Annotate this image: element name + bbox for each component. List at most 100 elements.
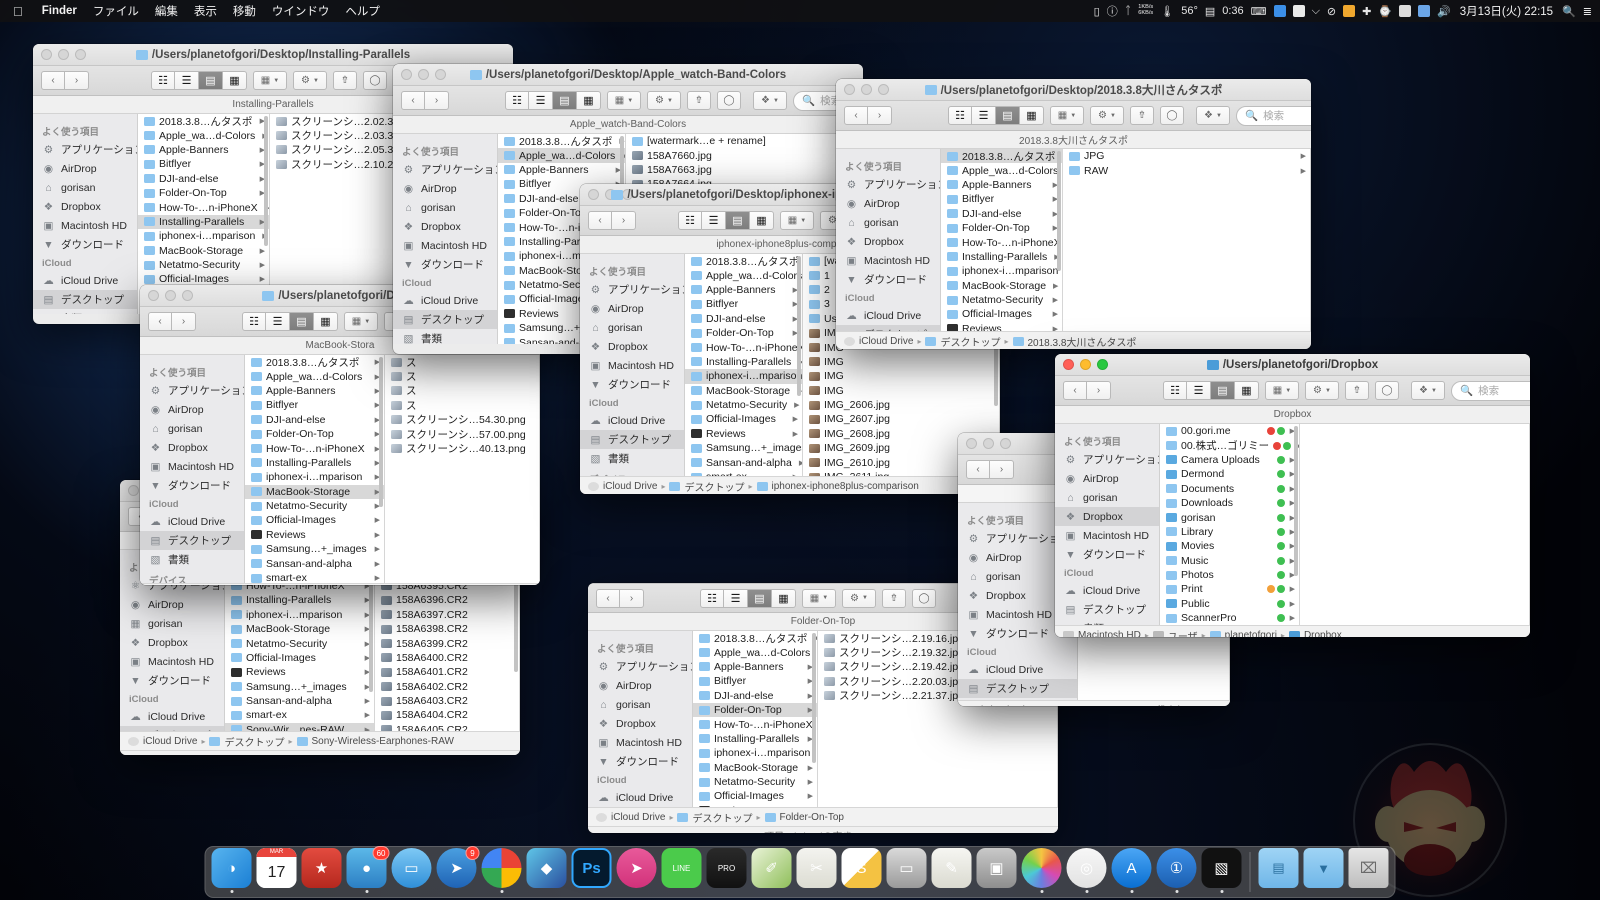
dock-item-display[interactable]: ▭ — [886, 848, 928, 893]
file-row[interactable]: Installing-Parallels▶ — [685, 355, 802, 369]
file-row[interactable]: IMG_2606.jpg — [803, 398, 999, 412]
title-bar[interactable]: /Users/planetofgori/Desktop/Apple_watch-… — [393, 64, 863, 86]
menu-file[interactable]: ファイル — [85, 3, 147, 19]
file-row[interactable]: 158A6401.CR2 — [375, 665, 519, 679]
column-view[interactable]: 2018.3.8…んタスポ▶Apple_wa…d-Colors▶Apple-Ba… — [245, 355, 540, 583]
back-button[interactable]: ‹ — [596, 588, 620, 608]
file-row[interactable]: MacBook-Storage▶ — [245, 484, 384, 499]
file-row[interactable]: Apple_wa…d-Colors▶ — [941, 163, 1062, 177]
view-mode-segmented[interactable]: ☷ ☰ ▤ ▦ — [1163, 381, 1259, 400]
list-view-icon[interactable]: ☰ — [529, 91, 553, 110]
dock-item-trash[interactable]: ⌧ — [1348, 848, 1390, 893]
gallery-view-icon[interactable]: ▦ — [577, 91, 601, 110]
minimize-button[interactable] — [605, 189, 616, 200]
icon-view-icon[interactable]: ☷ — [242, 312, 266, 331]
chrome-icon[interactable] — [481, 848, 522, 888]
stacks-icon[interactable]: ▧ — [1201, 848, 1242, 888]
file-row[interactable]: 158A6399.CR2 — [375, 636, 519, 650]
spotlight-search-icon[interactable]: 🔍 — [1562, 5, 1576, 18]
window-controls[interactable] — [393, 69, 446, 80]
sidebar-item-home[interactable]: ⌂ gorisan — [580, 318, 684, 337]
file-row[interactable]: Downloads ▶ — [1160, 496, 1299, 510]
list-view-icon[interactable]: ☰ — [1187, 381, 1211, 400]
tag-icon[interactable]: ◯ — [1375, 381, 1399, 400]
minimize-button[interactable] — [861, 84, 872, 95]
file-row[interactable]: Installing-Parallels▶ — [138, 214, 269, 230]
dock-item-sparrow[interactable]: ➤ 9 — [436, 846, 480, 893]
column-desktop[interactable]: 2018.3.8…んタスポ▶Apple_wa…d-Colors▶Apple-Ba… — [245, 355, 385, 583]
title-bar[interactable]: /Users/planetofgori/Dropbox — [1055, 354, 1530, 376]
sidebar-item-downloads[interactable]: ▼ ダウンロード — [393, 255, 497, 274]
file-row[interactable]: 158A6397.CR2 — [375, 608, 519, 622]
gallery-view-icon[interactable]: ▦ — [1020, 106, 1044, 125]
menu-bar[interactable]:  Finder ファイル 編集 表示 移動 ウインドウ ヘルプ ▯ ⓘ ᛏ 1… — [0, 0, 1600, 22]
column-view[interactable]: 00.gori.me▶00.株式…ゴリミー▶Camera Uploads▶Der… — [1160, 424, 1530, 625]
sidebar-item-downloads[interactable]: ▼ ダウンロード — [120, 671, 224, 690]
dock-item-launchpad[interactable]: ◎ — [1066, 848, 1108, 893]
file-row[interactable]: Movies ▶ — [1160, 539, 1299, 553]
file-row[interactable]: MacBook-Storage▶ — [685, 384, 802, 398]
tag-icon[interactable]: ◯ — [1160, 106, 1184, 125]
gallery-view-icon[interactable]: ▦ — [750, 211, 774, 230]
file-row[interactable]: Reviews▶ — [693, 804, 817, 807]
view-mode-segmented[interactable]: ☷ ☰ ▤ ▦ — [505, 91, 601, 110]
pencils-icon[interactable]: ✎ — [931, 848, 972, 888]
file-row[interactable]: DJI-and-else▶ — [138, 172, 269, 186]
file-row[interactable]: IMG_2607.jpg — [803, 412, 999, 426]
sidebar-item-desktop[interactable]: ▤ デスクトップ — [33, 290, 137, 309]
back-button[interactable]: ‹ — [41, 71, 65, 90]
sidebar-item-downloads[interactable]: ▼ ダウンロード — [836, 270, 940, 289]
file-row[interactable]: Installing-Parallels▶ — [225, 593, 374, 607]
path-bar[interactable]: iCloud Drive ▸ デスクトップ ▸ iphonex-iphone8p… — [580, 476, 1000, 494]
sidebar[interactable]: よく使う項目 ⚙ アプリケーション ◉ AirDrop ⌂ gorisan ❖ Dropbox ▣… — [33, 114, 138, 314]
gallery-view-icon[interactable]: ▦ — [223, 71, 247, 90]
dock-item-finder[interactable]: ◑ — [211, 848, 253, 893]
path-bar[interactable]: iCloud Drive ▸ デスクトップ ▸ MacBook-Storage — [140, 583, 540, 585]
sidebar-item-applications[interactable]: ⚙ アプリケーション — [580, 280, 684, 299]
tag-icon[interactable]: ◯ — [912, 588, 936, 608]
column-view-icon[interactable]: ▤ — [199, 71, 223, 90]
share-icon[interactable]: ⇮ — [882, 588, 906, 608]
dropbox-icon[interactable]: ❖▼ — [1196, 106, 1230, 125]
minimize-button[interactable] — [1080, 359, 1091, 370]
dock-item-chrome[interactable] — [481, 848, 523, 893]
file-row[interactable]: Apple_wa…d-Colors▶ — [693, 645, 817, 659]
file-row[interactable]: How-To-…n-iPhoneX▶ — [941, 235, 1062, 249]
trash-icon[interactable]: ⌧ — [1348, 848, 1389, 888]
sidebar-item-icloud[interactable]: ☁ iCloud Drive — [33, 271, 137, 290]
nav-buttons[interactable]: ‹ › — [966, 460, 1014, 479]
sidebar-item-airdrop[interactable]: ◉ AirDrop — [1055, 469, 1159, 488]
nav-buttons[interactable]: ‹ › — [596, 588, 644, 608]
nav-buttons[interactable]: ‹ › — [1063, 381, 1111, 400]
file-row[interactable]: DJI-and-else▶ — [685, 312, 802, 326]
file-row[interactable]: Official-Images ▶ — [693, 789, 817, 803]
path-bar[interactable]: iCloud Drive ▸ デスクトップ ▸ Sony-Wireless-Ea… — [120, 731, 520, 750]
view-mode-segmented[interactable]: ☷ ☰ ▤ ▦ — [948, 106, 1044, 125]
gear-icon[interactable]: ⚙▼ — [1090, 106, 1124, 125]
sidebar-item-downloads[interactable]: ▼ ダウンロード — [1055, 545, 1159, 564]
sidebar-item-desktop[interactable]: ▤ デスクトップ — [393, 310, 497, 329]
sidebar-item-applications[interactable]: ⚙ アプリケーション — [836, 175, 940, 194]
gallery-view-icon[interactable]: ▦ — [1235, 381, 1259, 400]
file-row[interactable]: スクリーンシ…57.00.png — [385, 427, 539, 441]
scrollbar[interactable] — [812, 633, 816, 763]
sidebar-item-icloud[interactable]: ☁ iCloud Drive — [836, 306, 940, 325]
column-desktop[interactable]: 2018.3.8…んタスポ▶Apple_wa…d-Colors▶Apple-Ba… — [685, 254, 803, 476]
file-row[interactable]: 158A6404.CR2 — [375, 708, 519, 722]
input-source-icon[interactable] — [1418, 5, 1431, 17]
column-dropbox[interactable]: 00.gori.me▶00.株式…ゴリミー▶Camera Uploads▶Der… — [1160, 424, 1300, 625]
timemachine-icon[interactable]: ⌚ — [1378, 5, 1392, 18]
sidebar-item-desktop[interactable]: ▤ デスクトップ — [958, 679, 1077, 698]
file-row[interactable]: Apple_wa…d-Colors▶ — [685, 268, 802, 282]
file-row[interactable]: Sansan-and-alpha ▶ — [245, 556, 384, 570]
apple-menu-icon[interactable]:  — [0, 5, 34, 18]
title-bar[interactable]: /Users/planetofgori/Desktop/Installing-P… — [33, 44, 513, 66]
file-row[interactable]: Samsung…+_images▶ — [685, 441, 802, 455]
file-row[interactable]: Official-Images ▶ — [685, 412, 802, 426]
file-row[interactable]: MacBook-Storage▶ — [941, 279, 1062, 293]
dock-item-pencils[interactable]: ✎ — [931, 848, 973, 893]
file-row[interactable]: Official-Images ▶ — [245, 513, 384, 527]
sidebar-item-dropbox[interactable]: ❖ Dropbox — [33, 197, 137, 216]
sidebar-item-documents[interactable]: ▧ 書類 — [393, 329, 497, 345]
forward-button[interactable]: › — [620, 588, 644, 608]
